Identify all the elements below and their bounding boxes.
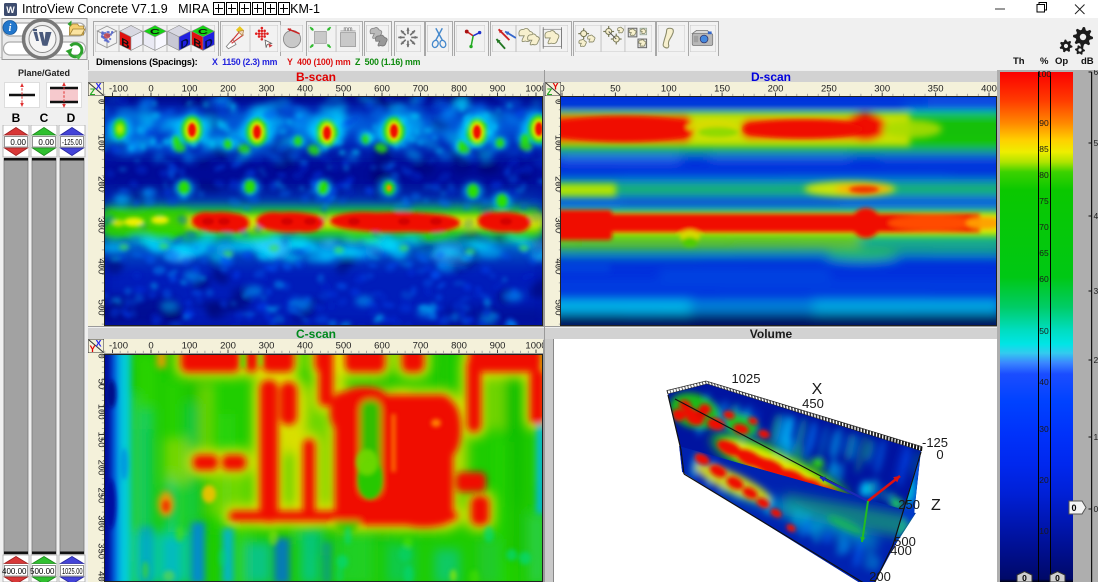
svg-text:0: 0 [96, 353, 105, 358]
svg-text:800: 800 [451, 341, 467, 352]
svg-text:200: 200 [96, 176, 105, 192]
svg-text:200: 200 [768, 84, 784, 95]
svg-text:85: 85 [1039, 144, 1049, 154]
svg-text:70: 70 [1039, 222, 1049, 232]
svg-text:80: 80 [1039, 170, 1049, 180]
svg-text:50: 50 [610, 84, 621, 95]
svg-text:400: 400 [96, 571, 105, 582]
svg-text:300: 300 [259, 341, 275, 352]
svg-text:30: 30 [1039, 424, 1049, 434]
svg-text:0.00: 0.00 [10, 138, 26, 147]
svg-text:0: 0 [1071, 503, 1076, 513]
svg-text:-100: -100 [109, 84, 128, 95]
svg-text:150: 150 [714, 84, 730, 95]
svg-text:Y: Y [89, 344, 95, 353]
svg-text:1025: 1025 [732, 371, 761, 386]
svg-text:400: 400 [297, 84, 313, 95]
svg-text:0: 0 [148, 341, 153, 352]
svg-text:400: 400 [297, 341, 313, 352]
svg-text:300: 300 [96, 217, 105, 233]
svg-text:500.00: 500.00 [30, 567, 55, 576]
svg-text:500: 500 [336, 84, 352, 95]
svg-text:0: 0 [1094, 504, 1098, 514]
svg-text:500: 500 [336, 341, 352, 352]
svg-text:30: 30 [1094, 286, 1098, 296]
svg-text:0: 0 [1022, 573, 1027, 582]
svg-text:50: 50 [96, 379, 105, 390]
svg-text:400: 400 [890, 543, 912, 558]
svg-text:W: W [6, 5, 15, 15]
svg-text:Z: Z [931, 497, 941, 514]
svg-text:40: 40 [1039, 377, 1049, 387]
svg-text:600: 600 [374, 84, 390, 95]
svg-text:20: 20 [1094, 355, 1098, 365]
svg-text:100: 100 [661, 84, 677, 95]
svg-text:400: 400 [96, 258, 105, 274]
svg-text:100: 100 [182, 84, 198, 95]
svg-text:65: 65 [1039, 248, 1049, 258]
svg-text:350: 350 [928, 84, 944, 95]
svg-text:1025.00: 1025.00 [62, 567, 83, 576]
svg-text:-125: -125 [922, 435, 948, 450]
svg-text:Y: Y [552, 82, 558, 92]
svg-text:mm: mm [344, 26, 353, 32]
svg-text:900: 900 [490, 84, 506, 95]
svg-text:600: 600 [374, 341, 390, 352]
svg-text:X: X [95, 82, 101, 92]
svg-text:1000: 1000 [525, 84, 543, 95]
svg-text:0: 0 [96, 99, 105, 104]
svg-text:100: 100 [1038, 70, 1051, 79]
svg-text:-125.00: -125.00 [62, 138, 82, 147]
svg-text:-100: -100 [109, 341, 128, 352]
svg-text:200: 200 [220, 84, 236, 95]
svg-text:75: 75 [1039, 196, 1049, 206]
svg-text:300: 300 [874, 84, 890, 95]
svg-text:0: 0 [148, 84, 153, 95]
svg-text:10: 10 [1039, 526, 1049, 536]
svg-text:250: 250 [821, 84, 837, 95]
svg-text:Z: Z [547, 87, 553, 96]
svg-text:i: i [9, 23, 12, 34]
svg-text:0: 0 [1055, 573, 1060, 582]
svg-text:20: 20 [1039, 475, 1049, 485]
svg-text:60: 60 [1094, 70, 1098, 77]
svg-text:700: 700 [413, 341, 429, 352]
svg-text:0: 0 [936, 447, 943, 462]
svg-text:0.00: 0.00 [38, 138, 54, 147]
svg-text:50: 50 [1094, 138, 1098, 148]
svg-text:100: 100 [182, 341, 198, 352]
svg-text:C: C [198, 28, 208, 36]
svg-text:200: 200 [869, 569, 891, 582]
svg-text:1000: 1000 [525, 341, 543, 352]
svg-text:100: 100 [96, 135, 105, 151]
svg-text:50: 50 [1039, 326, 1049, 336]
svg-text:400.00: 400.00 [2, 567, 27, 576]
svg-text:Z: Z [90, 87, 96, 96]
svg-text:900: 900 [490, 341, 506, 352]
svg-text:60: 60 [1039, 274, 1049, 284]
svg-text:400: 400 [981, 84, 997, 95]
svg-text:800: 800 [451, 84, 467, 95]
svg-text:700: 700 [413, 84, 429, 95]
svg-text:450: 450 [802, 396, 824, 411]
svg-text:C: C [150, 28, 160, 36]
svg-text:250: 250 [898, 497, 920, 512]
svg-text:200: 200 [220, 341, 236, 352]
svg-text:300: 300 [259, 84, 275, 95]
svg-text:40: 40 [1094, 211, 1098, 221]
svg-text:10: 10 [1094, 432, 1098, 442]
svg-text:X: X [95, 339, 101, 349]
svg-text:90: 90 [1039, 118, 1049, 128]
svg-text:500: 500 [96, 300, 105, 316]
